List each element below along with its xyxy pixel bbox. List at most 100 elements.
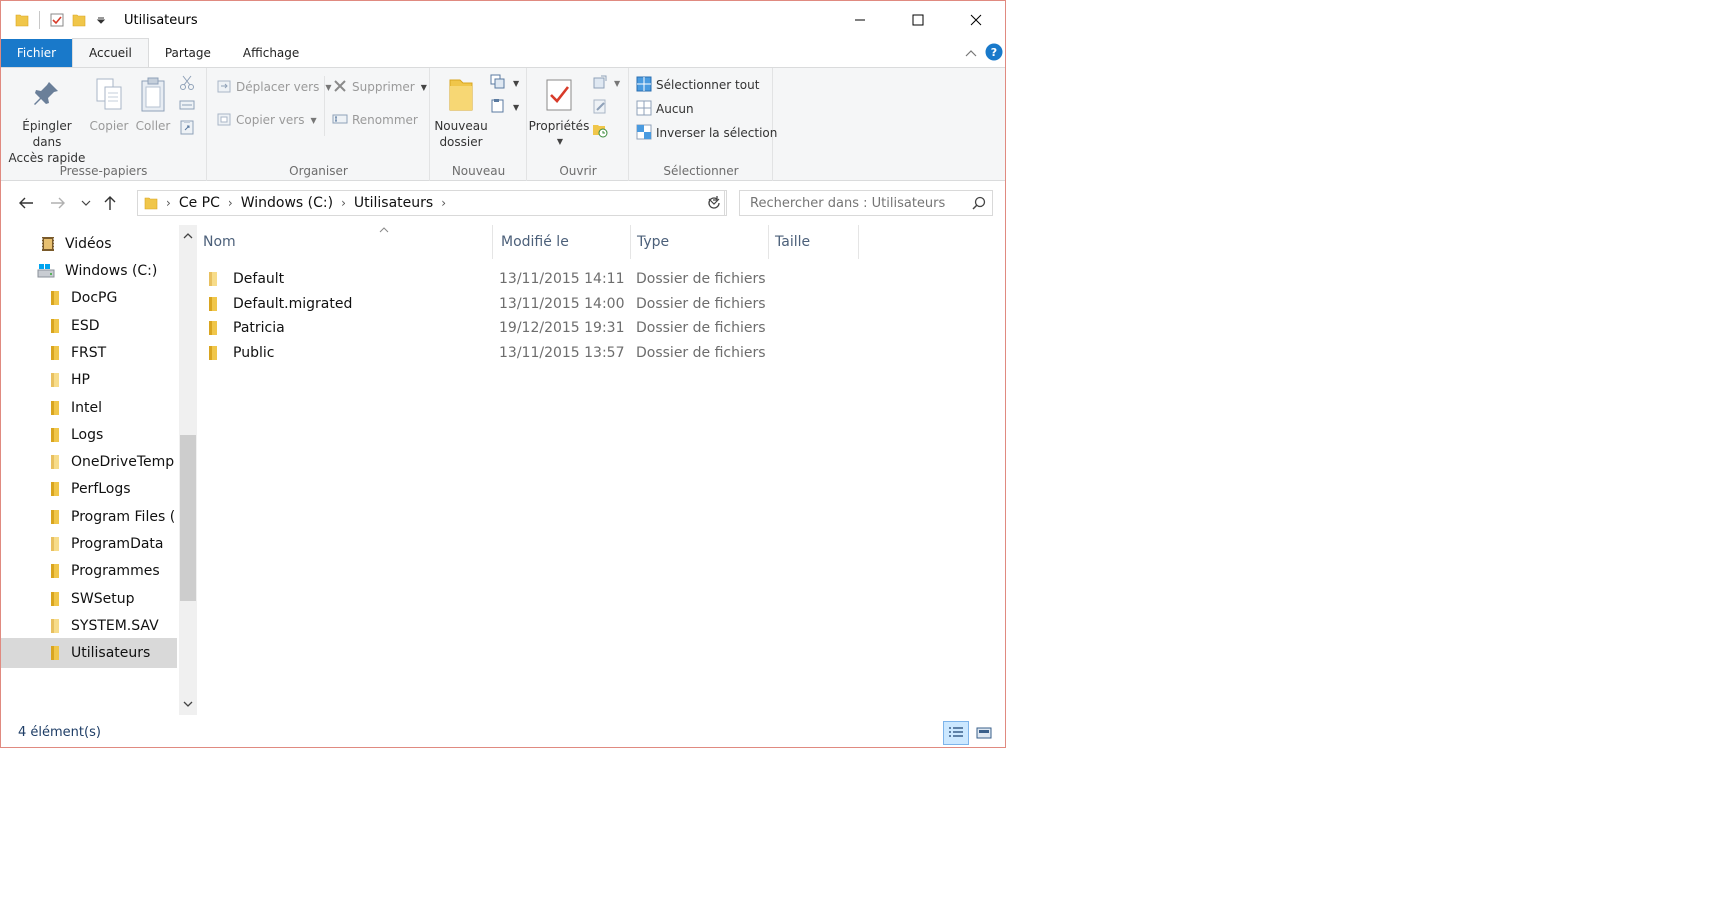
table-row[interactable]: Patricia 19/12/2015 19:31 Dossier de fic… [207, 314, 847, 341]
tree-item-frst[interactable]: FRST [1, 338, 177, 368]
select-all-button[interactable]: Sélectionner tout [636, 74, 759, 96]
tree-item-perflogs[interactable]: PerfLogs [1, 474, 177, 504]
recent-locations-chevron-icon[interactable] [73, 190, 99, 216]
copy-button[interactable]: Copier [87, 72, 131, 134]
properties-button[interactable]: Propriétés ▼ [529, 72, 589, 150]
tree-item-programdata[interactable]: ProgramData [1, 529, 177, 559]
scrollbar-thumb[interactable] [180, 435, 196, 601]
tree-item-docpg[interactable]: DocPG [1, 283, 177, 313]
delete-button[interactable]: Supprimer ▼ [332, 76, 427, 98]
breadcrumb-windows-c[interactable]: Windows (C:) [237, 195, 337, 211]
invert-selection-icon [636, 124, 652, 143]
breadcrumb-separator[interactable]: › [162, 196, 175, 210]
tree-item-label: SWSetup [71, 591, 135, 607]
breadcrumb-ce-pc[interactable]: Ce PC [175, 195, 224, 211]
column-header-type[interactable]: Type [631, 225, 769, 259]
tree-item-videos[interactable]: Vidéos [1, 229, 177, 259]
folder-icon [49, 618, 61, 634]
large-icons-view-button[interactable] [971, 721, 997, 745]
maximize-button[interactable] [889, 1, 947, 39]
search-input[interactable] [740, 192, 966, 214]
history-button[interactable] [592, 120, 608, 142]
table-row[interactable]: Public 13/11/2015 13:57 Dossier de fichi… [207, 339, 847, 366]
quick-access-toolbar [1, 1, 112, 39]
window-controls [831, 1, 1005, 39]
breadcrumb-separator[interactable]: › [224, 196, 237, 210]
edit-icon [592, 98, 608, 117]
pin-label-line1: Épingler dans [22, 119, 72, 149]
tab-affichage[interactable]: Affichage [227, 39, 315, 67]
tab-accueil[interactable]: Accueil [72, 38, 149, 67]
copy-to-label: Copier vers [236, 113, 305, 127]
tree-item-label: Intel [71, 400, 102, 416]
tree-item-esd[interactable]: ESD [1, 311, 177, 341]
rename-button[interactable]: Renommer [332, 109, 418, 131]
new-folder-icon[interactable] [68, 1, 90, 39]
column-headers: Nom Modifié le Type Taille [199, 225, 1005, 259]
copy-to-button[interactable]: Copier vers ▼ [216, 109, 317, 131]
chevron-down-icon: ▼ [325, 82, 332, 92]
column-header-modifie-le[interactable]: Modifié le [493, 225, 631, 259]
open-button[interactable]: ▼ [592, 72, 620, 94]
group-label-selectionner: Sélectionner [663, 164, 739, 178]
properties-icon[interactable] [46, 1, 68, 39]
easy-access-button[interactable]: ▼ [489, 96, 519, 118]
tree-item-windows-c[interactable]: Windows (C:) [1, 256, 177, 286]
new-folder-label-line1: Nouveau [434, 119, 488, 133]
tree-item-program-files[interactable]: Program Files ( [1, 502, 177, 532]
history-icon [592, 122, 608, 141]
new-item-button[interactable]: ▼ [489, 72, 519, 94]
tree-item-label: Windows (C:) [65, 263, 158, 279]
search-box[interactable] [739, 190, 993, 216]
close-button[interactable] [947, 1, 1005, 39]
cut-icon[interactable] [179, 72, 195, 94]
edit-button[interactable] [592, 96, 608, 118]
column-header-nom[interactable]: Nom [175, 225, 493, 259]
address-bar[interactable]: › Ce PC › Windows (C:) › Utilisateurs › [137, 190, 725, 216]
tree-item-label: Programmes [71, 563, 160, 579]
search-icon[interactable] [966, 196, 992, 210]
drive-icon [37, 263, 55, 279]
scroll-down-icon[interactable] [179, 695, 197, 713]
file-list: Nom Modifié le Type Taille Default 13/11… [199, 225, 1005, 715]
breadcrumb-separator[interactable]: › [437, 196, 450, 210]
forward-button[interactable] [45, 190, 71, 216]
collapse-ribbon-icon[interactable] [965, 47, 977, 61]
folder-icon [207, 345, 219, 361]
select-none-button[interactable]: Aucun [636, 98, 694, 120]
copy-path-icon[interactable] [179, 94, 195, 116]
tree-item-onedrivetemp[interactable]: OneDriveTemp [1, 447, 177, 477]
table-row[interactable]: Default 13/11/2015 14:11 Dossier de fich… [207, 265, 847, 292]
details-view-button[interactable] [943, 721, 969, 745]
tree-item-label: Logs [71, 427, 104, 443]
tab-fichier[interactable]: Fichier [1, 39, 72, 67]
tree-item-programmes[interactable]: Programmes [1, 556, 177, 586]
help-icon[interactable]: ? [985, 43, 1003, 64]
tree-item-intel[interactable]: Intel [1, 393, 177, 423]
move-to-button[interactable]: Déplacer vers ▼ [216, 76, 331, 98]
properties-icon [544, 72, 574, 118]
new-folder-button[interactable]: Nouveau dossier [433, 72, 489, 150]
column-header-taille[interactable]: Taille [769, 225, 859, 259]
paste-button[interactable]: Coller [133, 72, 173, 134]
refresh-button[interactable] [701, 190, 727, 216]
table-row[interactable]: Default.migrated 13/11/2015 14:00 Dossie… [207, 290, 847, 317]
tab-partage[interactable]: Partage [149, 39, 227, 67]
customize-toolbar-chevron-icon[interactable] [90, 1, 112, 39]
up-button[interactable] [97, 190, 123, 216]
tree-item-system-sav[interactable]: SYSTEM.SAV [1, 611, 177, 641]
tree-item-swsetup[interactable]: SWSetup [1, 584, 177, 614]
group-ouvrir: Propriétés ▼ ▼ Ouvrir [528, 68, 629, 181]
breadcrumb-utilisateurs[interactable]: Utilisateurs [350, 195, 437, 211]
invert-selection-button[interactable]: Inverser la sélection [636, 122, 777, 144]
tree-item-hp[interactable]: HP [1, 365, 177, 395]
pin-quick-access-button[interactable]: Épingler dans Accès rapide [7, 72, 87, 166]
tree-item-utilisateurs[interactable]: Utilisateurs [1, 638, 177, 668]
breadcrumb-separator[interactable]: › [337, 196, 350, 210]
back-button[interactable] [13, 190, 39, 216]
tree-item-logs[interactable]: Logs [1, 420, 177, 450]
file-modified: 13/11/2015 13:57 [499, 344, 625, 361]
paste-shortcut-icon[interactable] [179, 116, 195, 138]
minimize-button[interactable] [831, 1, 889, 39]
navigation-pane-scrollbar[interactable] [179, 225, 197, 715]
